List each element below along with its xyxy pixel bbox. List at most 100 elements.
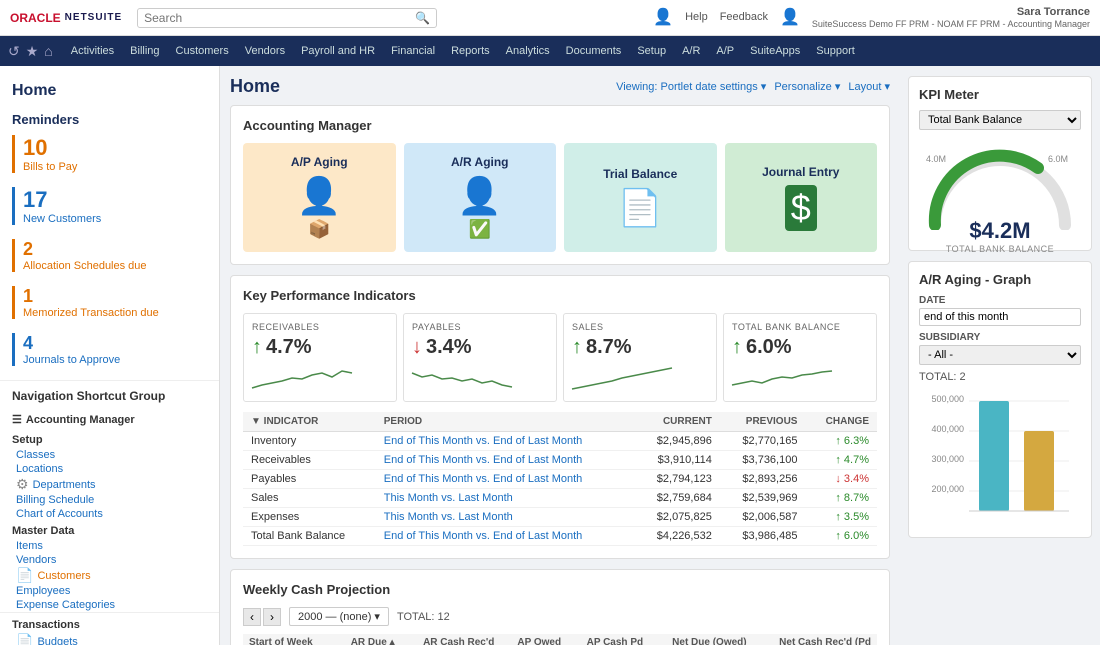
favorites-icon[interactable]: ★	[26, 43, 39, 60]
search-input[interactable]	[144, 11, 415, 25]
home-history-icon[interactable]: ↺	[8, 43, 20, 60]
am-icon-ar: 👤	[457, 175, 502, 217]
ar-total: TOTAL: 2	[919, 371, 1081, 383]
link-classes[interactable]: Classes	[16, 448, 219, 462]
link-locations[interactable]: Locations	[16, 462, 219, 476]
help-link[interactable]: Help	[685, 11, 708, 23]
td-period-5[interactable]: End of This Month vs. End of Last Month	[376, 527, 634, 546]
td-previous-0: $2,770,165	[720, 432, 806, 451]
link-budgets[interactable]: Budgets	[37, 635, 77, 645]
td-current-0: $2,945,896	[634, 432, 720, 451]
nav-reports[interactable]: Reports	[443, 36, 498, 66]
wcp-next-btn[interactable]: ›	[263, 608, 281, 626]
kpi-title: Key Performance Indicators	[243, 288, 877, 303]
reminder-journals: 4 Journals to Approve	[0, 329, 219, 376]
nav-ap[interactable]: A/P	[708, 36, 742, 66]
nav-analytics[interactable]: Analytics	[498, 36, 558, 66]
user-subtitle: SuiteSuccess Demo FF PRM - NOAM FF PRM -…	[812, 19, 1090, 31]
td-period-1[interactable]: End of This Month vs. End of Last Month	[376, 451, 634, 470]
nav-customers[interactable]: Customers	[168, 36, 237, 66]
td-indicator-3: Sales	[243, 489, 376, 508]
reminder-num-allocation: 2	[23, 239, 207, 260]
nav-setup[interactable]: Setup	[629, 36, 674, 66]
nav-support[interactable]: Support	[808, 36, 863, 66]
nav-shortcut-header: Navigation Shortcut Group	[0, 380, 219, 407]
link-employees[interactable]: Employees	[16, 584, 219, 598]
menu-icon: ☰	[12, 413, 22, 426]
nav-vendors[interactable]: Vendors	[237, 36, 293, 66]
link-departments[interactable]: Departments	[33, 478, 96, 492]
ar-bar-1	[979, 401, 1009, 511]
kpi-bank-chart	[732, 363, 868, 393]
wcp-th-ar-cash: AR Cash Rec'd	[401, 634, 501, 645]
reminder-link-memorized[interactable]: Memorized Transaction due	[23, 307, 207, 319]
nav-group-title[interactable]: ☰ Accounting Manager	[12, 413, 207, 426]
td-change-1: ↑ 4.7%	[805, 451, 877, 470]
reminder-link-allocation[interactable]: Allocation Schedules due	[23, 260, 207, 272]
kpi-bank-value: ↑ 6.0%	[732, 336, 868, 359]
td-period-0[interactable]: End of This Month vs. End of Last Month	[376, 432, 634, 451]
search-icon[interactable]: 🔍	[415, 11, 430, 25]
am-item-journal-entry[interactable]: Journal Entry $	[725, 143, 878, 252]
nav-financial[interactable]: Financial	[383, 36, 443, 66]
wcp-prev-btn[interactable]: ‹	[243, 608, 261, 626]
wcp-th-ap-cash: AP Cash Pd	[567, 634, 649, 645]
viewing-settings[interactable]: Viewing: Portlet date settings ▾	[616, 80, 766, 93]
feedback-link[interactable]: Feedback	[720, 11, 768, 23]
top-bar: ORACLE NETSUITE 🔍 👤 Help Feedback 👤 Sara…	[0, 0, 1100, 36]
reminder-allocation: 2 Allocation Schedules due	[0, 235, 219, 282]
td-period-4[interactable]: This Month vs. Last Month	[376, 508, 634, 527]
td-period-3[interactable]: This Month vs. Last Month	[376, 489, 634, 508]
kpi-bank-up-icon: ↑	[732, 336, 742, 359]
nav-ar[interactable]: A/R	[674, 36, 708, 66]
layout-link[interactable]: Layout ▾	[848, 80, 890, 93]
am-item-ap-aging[interactable]: A/P Aging 👤 📦	[243, 143, 396, 252]
nav-billing[interactable]: Billing	[122, 36, 167, 66]
nav-documents[interactable]: Documents	[558, 36, 630, 66]
reminder-link-journals[interactable]: Journals to Approve	[23, 354, 207, 366]
accounting-manager-grid: A/P Aging 👤 📦 A/R Aging 👤 ✅ Trial Balanc…	[243, 143, 877, 252]
search-bar[interactable]: 🔍	[137, 8, 437, 28]
user-icon-2: 👤	[780, 7, 800, 27]
ar-date-input[interactable]	[919, 308, 1081, 326]
sidebar: Home Reminders 10 Bills to Pay 17 New Cu…	[0, 66, 220, 645]
link-customers[interactable]: Customers	[37, 569, 90, 583]
filter-icon[interactable]: ▼	[251, 416, 261, 427]
wcp-th-ar-due[interactable]: AR Due ▴	[334, 634, 401, 645]
setup-label: Setup	[0, 430, 219, 448]
link-items[interactable]: Items	[16, 539, 219, 553]
personalize-link[interactable]: Personalize ▾	[774, 80, 840, 93]
svg-text:6.0M: 6.0M	[1048, 154, 1068, 164]
ar-subsidiary-select[interactable]: - All -	[919, 345, 1081, 365]
wcp-total: TOTAL: 12	[397, 611, 450, 623]
am-icon-trial: 📄	[618, 187, 663, 229]
am-label-ap: A/P Aging	[291, 155, 348, 169]
nav-activities[interactable]: Activities	[63, 36, 122, 66]
table-row: Expenses This Month vs. Last Month $2,07…	[243, 508, 877, 527]
kpi-payables-label: PAYABLES	[412, 322, 548, 332]
kpi-meter-select[interactable]: Total Bank Balance	[919, 110, 1081, 130]
reminder-link-bills[interactable]: Bills to Pay	[23, 161, 207, 173]
td-previous-3: $2,539,969	[720, 489, 806, 508]
th-change: CHANGE	[805, 412, 877, 432]
transactions-label: Transactions	[0, 612, 219, 633]
kpi-payables: PAYABLES ↓ 3.4%	[403, 313, 557, 402]
home-icon[interactable]: ⌂	[44, 43, 52, 60]
reminder-bills: 10 Bills to Pay	[0, 131, 219, 183]
reminder-link-customers[interactable]: New Customers	[23, 213, 207, 225]
link-chart-of-accounts[interactable]: Chart of Accounts	[16, 507, 219, 521]
am-item-ar-aging[interactable]: A/R Aging 👤 ✅	[404, 143, 557, 252]
wcp-period[interactable]: 2000 — (none) ▾	[289, 607, 389, 626]
link-vendors[interactable]: Vendors	[16, 553, 219, 567]
svg-text:400,000: 400,000	[931, 424, 964, 434]
ar-subsidiary-group: SUBSIDIARY - All -	[919, 332, 1081, 365]
reminder-num-bills: 10	[23, 135, 207, 161]
nav-payroll[interactable]: Payroll and HR	[293, 36, 383, 66]
user-info: Sara Torrance SuiteSuccess Demo FF PRM -…	[812, 5, 1090, 31]
link-expense-categories[interactable]: Expense Categories	[16, 598, 219, 612]
td-period-2[interactable]: End of This Month vs. End of Last Month	[376, 470, 634, 489]
nav-suiteapps[interactable]: SuiteApps	[742, 36, 808, 66]
wcp-th-ap-owed: AP Owed	[500, 634, 567, 645]
link-billing-schedule[interactable]: Billing Schedule	[16, 493, 219, 507]
am-item-trial-balance[interactable]: Trial Balance 📄	[564, 143, 717, 252]
